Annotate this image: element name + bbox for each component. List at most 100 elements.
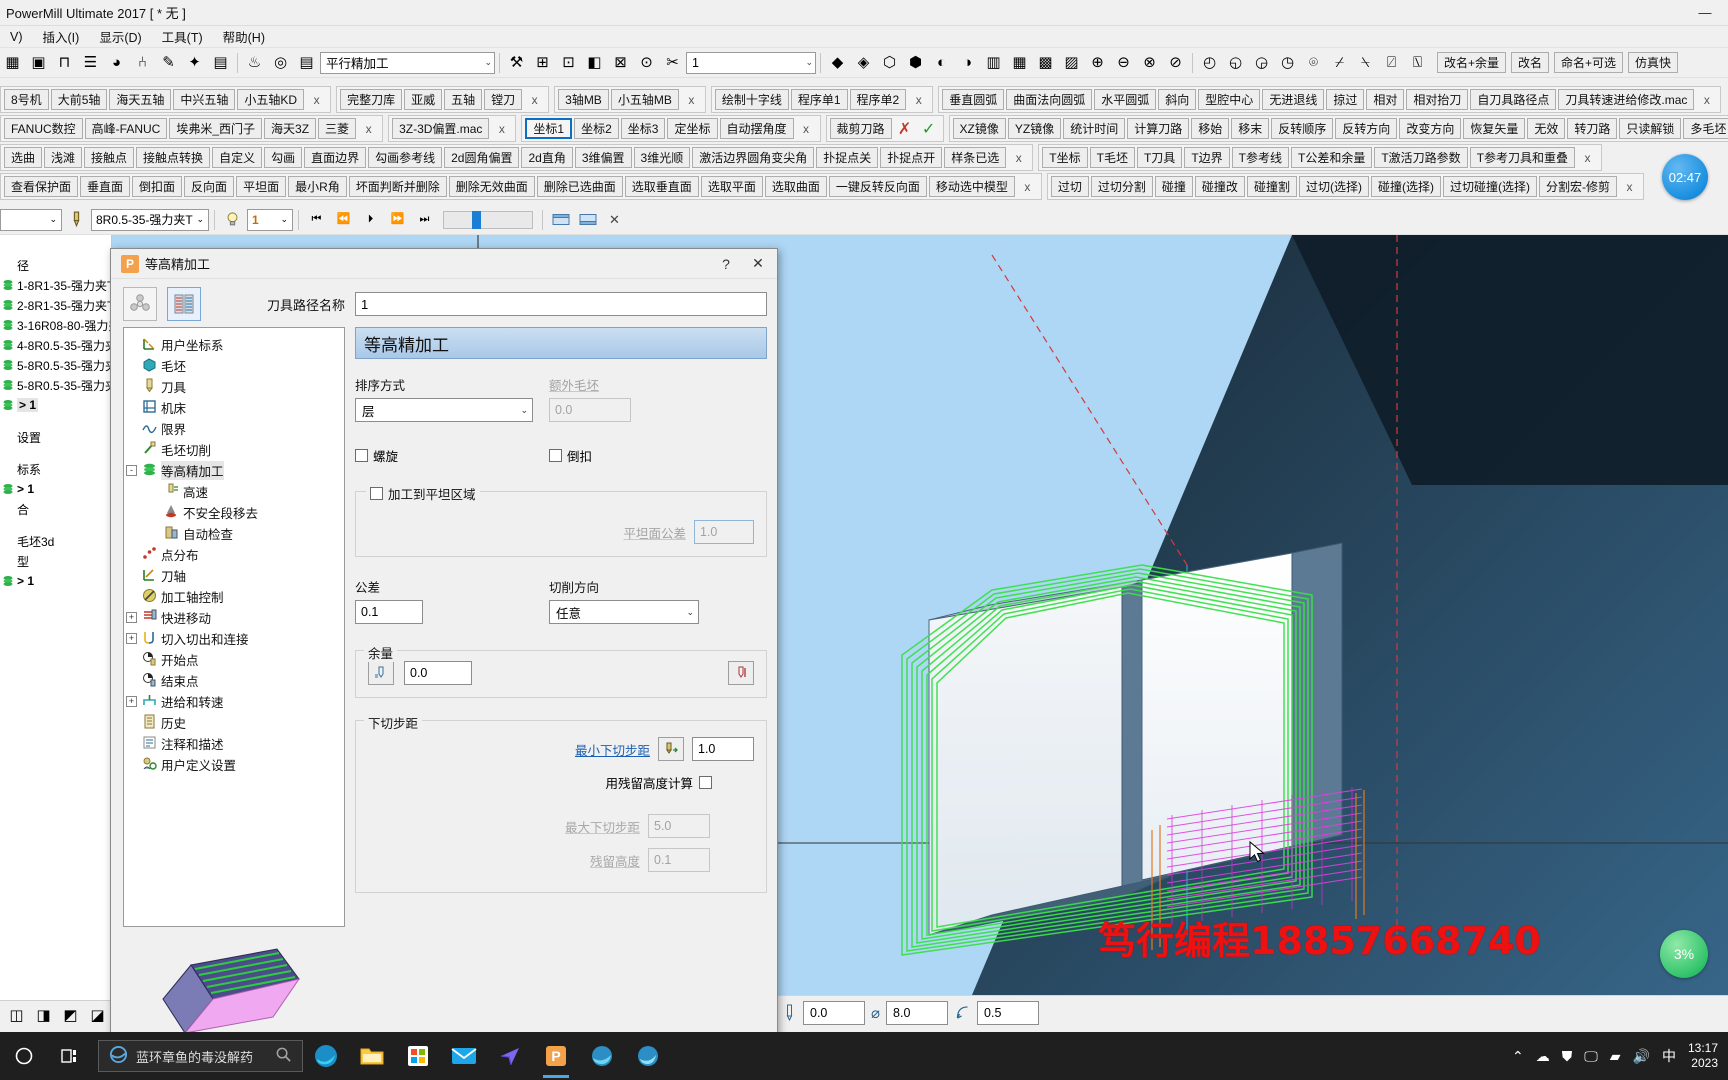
toolbar-group3-icon-2[interactable]: ⊡ — [556, 50, 581, 75]
tab-button-1-4-2[interactable]: 水平圆弧 — [1094, 89, 1157, 110]
toolbar-group3-icon-3[interactable]: ◧ — [582, 50, 607, 75]
tab-button-3-0-9[interactable]: 2d直角 — [521, 147, 573, 168]
slider-thumb[interactable] — [472, 210, 481, 229]
tab-button-1-1-3[interactable]: 镗刀 — [484, 89, 523, 110]
expand-icon[interactable]: + — [126, 612, 137, 623]
tab-button-1-1-2[interactable]: 五轴 — [444, 89, 483, 110]
toolbar-button-0[interactable]: 改名+余量 — [1437, 52, 1507, 73]
confirm-check-icon[interactable]: ✓ — [917, 118, 941, 140]
tab-button-2-2-3[interactable]: 定坐标 — [667, 118, 718, 139]
explorer-item-5[interactable]: 4-8R0.5-35-强力夹 — [0, 335, 111, 355]
dialog-tree-item-12[interactable]: 加工轴控制 — [126, 586, 342, 607]
sim-speed-combo[interactable]: 1 ⌄ — [247, 208, 293, 231]
spiral-checkbox[interactable] — [355, 449, 368, 462]
tab-button-3-0-6[interactable]: 直面边界 — [304, 147, 367, 168]
tab-button-1-4-4[interactable]: 型腔中心 — [1198, 89, 1261, 110]
tab-button-1-4-6[interactable]: 掠过 — [1326, 89, 1365, 110]
tool-length-field[interactable]: 0.0 — [803, 1001, 865, 1025]
tab-button-3-0-15[interactable]: 样条已选 — [944, 147, 1007, 168]
toolbar-group4-icon-7[interactable]: ▦ — [1007, 50, 1032, 75]
simulation-progress-slider[interactable] — [443, 210, 533, 229]
dialog-tree-item-17[interactable]: + 进给和转速 — [126, 691, 342, 712]
menu-item-0[interactable]: V) — [0, 28, 33, 46]
tab-group-close-1-1[interactable]: x — [526, 90, 543, 109]
tab-button-3-1-3[interactable]: T边界 — [1184, 147, 1230, 168]
toolbar-group3-icon-0[interactable]: ⚒ — [504, 50, 529, 75]
tab-button-3-0-1[interactable]: 浅滩 — [44, 147, 83, 168]
tab-button-3-0-5[interactable]: 勾画 — [264, 147, 303, 168]
toolbar-group4-icon-5[interactable]: ◑ — [955, 50, 980, 75]
tab-button-4-0-7[interactable]: 删除无效曲面 — [448, 176, 535, 197]
toolbar-group4-icon-0[interactable]: ◆ — [825, 50, 850, 75]
explorer-tool-icon-3[interactable]: ◪ — [85, 1003, 110, 1028]
dialog-tree-item-4[interactable]: 限界 — [126, 418, 342, 439]
menu-item-2[interactable]: 显示(D) — [89, 25, 151, 48]
tab-button-2-4-9[interactable]: 恢复矢量 — [1463, 118, 1526, 139]
toolbar-group5-icon-3[interactable]: ◷ — [1275, 50, 1300, 75]
tab-button-2-3-0[interactable]: 裁剪刀路 — [829, 118, 892, 139]
tab-button-4-0-2[interactable]: 倒扣面 — [132, 176, 183, 197]
dialog-tree-item-16[interactable]: 结束点 — [126, 670, 342, 691]
toolbar-group4-icon-12[interactable]: ⊗ — [1137, 50, 1162, 75]
auto-check-icon[interactable]: ▤ — [208, 50, 233, 75]
dialog-tree-item-10[interactable]: 点分布 — [126, 544, 342, 565]
explorer-tool-icon-1[interactable]: ◨ — [31, 1003, 56, 1028]
tab-button-3-1-7[interactable]: T参考刀具和重叠 — [1469, 147, 1576, 168]
tab-button-2-1-0[interactable]: 3Z-3D偏置.mac — [392, 118, 490, 139]
tab-button-1-0-1[interactable]: 大前5轴 — [50, 89, 108, 110]
tab-button-3-1-4[interactable]: T参考线 — [1231, 147, 1289, 168]
explorer-item-6[interactable]: 5-8R0.5-35-强力夹 — [0, 355, 111, 375]
strategy-icon[interactable] — [123, 287, 157, 321]
tab-button-2-0-4[interactable]: 三菱 — [318, 118, 357, 139]
strategy-combo[interactable]: 平行精加工 ⌄ — [320, 51, 495, 74]
tab-button-3-0-3[interactable]: 接触点转换 — [136, 147, 211, 168]
dialog-tree-item-19[interactable]: 注释和描述 — [126, 733, 342, 754]
tab-button-1-4-5[interactable]: 无进退线 — [1262, 89, 1325, 110]
tab-button-2-2-2[interactable]: 坐标3 — [620, 118, 666, 139]
toolbar-group4-icon-11[interactable]: ⊖ — [1111, 50, 1136, 75]
tab-button-3-1-5[interactable]: T公差和余量 — [1291, 147, 1373, 168]
tab-button-1-4-1[interactable]: 曲面法向圆弧 — [1006, 89, 1093, 110]
box-icon[interactable]: ▣ — [26, 50, 51, 75]
tab-button-4-0-9[interactable]: 选取垂直面 — [624, 176, 699, 197]
tab-button-2-0-3[interactable]: 海天3Z — [264, 118, 317, 139]
explorer-item-3[interactable]: 2-8R1-35-强力夹T — [0, 295, 111, 315]
point-dist-icon[interactable]: ✦ — [182, 50, 207, 75]
tab-button-4-0-0[interactable]: 查看保护面 — [4, 176, 79, 197]
magnifier-icon[interactable] — [275, 1046, 292, 1066]
toolbar-group2-icon-0[interactable]: ♨ — [242, 50, 267, 75]
tab-button-1-4-8[interactable]: 相对抬刀 — [1406, 89, 1469, 110]
tab-button-2-4-7[interactable]: 反转方向 — [1335, 118, 1398, 139]
tab-button-3-0-10[interactable]: 3维偏置 — [574, 147, 632, 168]
spiral-checkbox-row[interactable]: 螺旋 — [355, 446, 549, 465]
toolpath-name-input[interactable] — [355, 292, 767, 316]
tab-button-2-4-2[interactable]: 统计时间 — [1063, 118, 1126, 139]
tool-diameter-field[interactable]: 8.0 — [886, 1001, 949, 1025]
toolbar-group2-icon-2[interactable]: ▤ — [294, 50, 319, 75]
tab-button-1-0-0[interactable]: 8号机 — [4, 89, 49, 110]
tab-button-1-4-0[interactable]: 垂直圆弧 — [942, 89, 1005, 110]
toolbar-button-3[interactable]: 仿真快 — [1628, 52, 1679, 73]
tab-button-4-1-1[interactable]: 过切分割 — [1090, 176, 1153, 197]
use-cusp-checkbox[interactable] — [699, 776, 712, 789]
lightbulb-icon[interactable] — [220, 207, 245, 232]
min-stepdown-field[interactable]: 1.0 — [692, 737, 754, 761]
toolbar-group4-icon-9[interactable]: ▨ — [1059, 50, 1084, 75]
toolbar-group5-icon-6[interactable]: ⍀ — [1353, 50, 1378, 75]
sim-next-button[interactable]: ⏩ — [385, 207, 410, 232]
tab-button-2-4-8[interactable]: 改变方向 — [1399, 118, 1462, 139]
tolerance-field[interactable]: 0.1 — [355, 600, 423, 624]
toolbar-group4-icon-8[interactable]: ▩ — [1033, 50, 1058, 75]
dialog-parameter-tree[interactable]: 用户坐标系 毛坯 刀具 机床 限界 毛坯切削 - 等高精加工 高速 不安全段移去 自动检查 点分布 刀轴… — [123, 327, 345, 927]
mail-icon[interactable] — [441, 1032, 487, 1080]
clock-widget[interactable]: 02:47 — [1662, 154, 1708, 200]
toolbar-group5-icon-5[interactable]: ⌿ — [1327, 50, 1352, 75]
toolbar-group4-icon-2[interactable]: ⬡ — [877, 50, 902, 75]
tab-button-3-1-6[interactable]: T激活刀路参数 — [1374, 147, 1468, 168]
corner-radius-field[interactable]: 0.5 — [977, 1001, 1040, 1025]
tab-button-2-2-0[interactable]: 坐标1 — [525, 118, 573, 139]
browser3-icon[interactable] — [625, 1032, 671, 1080]
tab-button-4-1-2[interactable]: 碰撞 — [1154, 176, 1193, 197]
tab-button-1-4-7[interactable]: 相对 — [1366, 89, 1405, 110]
tab-button-4-1-3[interactable]: 碰撞改 — [1194, 176, 1245, 197]
